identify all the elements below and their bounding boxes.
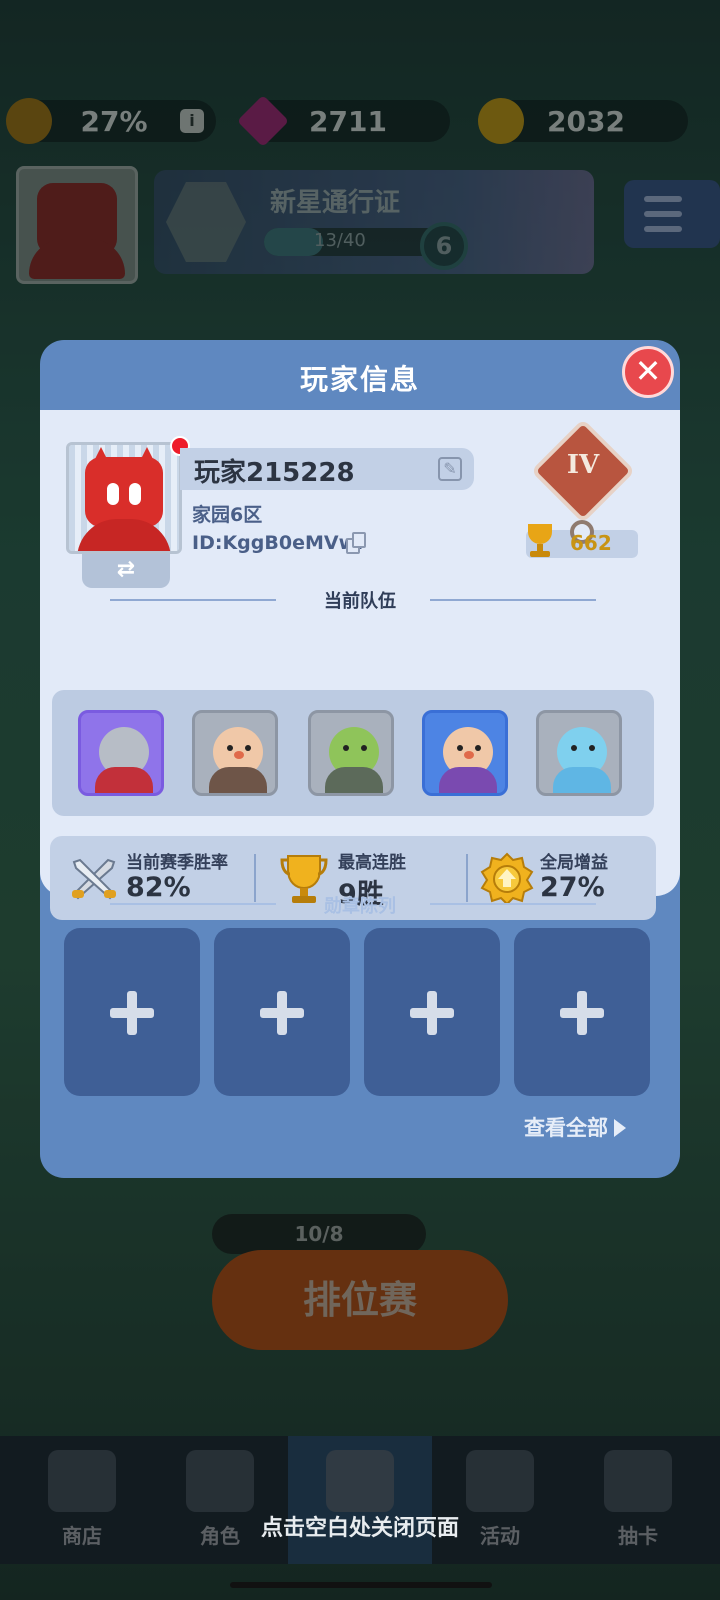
hero-ice-mage[interactable] (536, 710, 622, 796)
medal-title: 勋章陈列 (324, 896, 396, 917)
player-avatar[interactable] (66, 442, 182, 554)
modal-title: 玩家信息 (299, 363, 420, 396)
player-info-modal: 玩家信息 ✕ ⇄ 玩家215228 ✎ 家园6区 ID:KggB0eMVwf I… (40, 340, 680, 1178)
home-indicator[interactable] (230, 1582, 492, 1588)
medal-slot[interactable] (364, 928, 500, 1096)
medal-slot[interactable] (514, 928, 650, 1096)
medal-slot[interactable] (214, 928, 350, 1096)
player-name: 玩家215228 (194, 458, 355, 488)
team-list (52, 690, 654, 816)
name-bar: 玩家215228 ✎ (180, 448, 474, 490)
player-id: ID:KggB0eMVwf (192, 532, 365, 554)
player-panel: ⇄ 玩家215228 ✎ 家园6区 ID:KggB0eMVwf IV 662 当… (40, 410, 680, 920)
trophy-count: 662 (570, 531, 612, 555)
stat-label: 最高连胜 (338, 853, 406, 873)
stat-label: 全局增益 (540, 853, 608, 873)
close-icon[interactable]: ✕ (622, 346, 674, 398)
swap-avatar-button[interactable]: ⇄ (82, 554, 170, 588)
close-hint: 点击空白处关闭页面 (260, 1516, 459, 1541)
hero-goblin[interactable] (308, 710, 394, 796)
copy-icon[interactable] (346, 532, 368, 554)
hero-knight[interactable] (78, 710, 164, 796)
view-all-link[interactable]: 查看全部 (524, 1112, 626, 1142)
play-arrow-icon (614, 1119, 626, 1137)
edit-icon[interactable]: ✎ (438, 457, 462, 481)
hero-brawler[interactable] (192, 710, 278, 796)
stat-label: 当前赛季胜率 (126, 853, 228, 873)
view-all-label: 查看全部 (524, 1116, 608, 1140)
trophy-icon (526, 524, 554, 558)
rank-label: IV (566, 450, 600, 480)
server-name: 家园6区 (192, 504, 263, 526)
team-title: 当前队伍 (324, 591, 396, 612)
hero-mage[interactable] (422, 710, 508, 796)
medal-slot[interactable] (64, 928, 200, 1096)
